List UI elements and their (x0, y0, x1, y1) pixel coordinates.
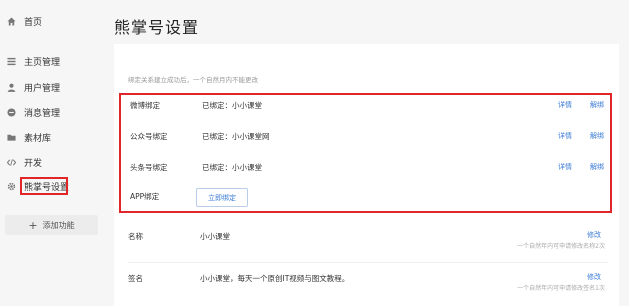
binding-row-app: APP绑定 (121, 187, 610, 217)
edit-name-link[interactable]: 修改 (587, 230, 601, 240)
sidebar: 首页 主页管理 用户管理 消息管理 素材库 开发 熊掌号设置 + 添加功能 (0, 0, 106, 306)
info-row-name: 名称 小小课堂 修改 一个自然年内可申请修改名称2次 (114, 224, 619, 260)
info-label: 签名 (128, 274, 143, 283)
user-icon (7, 83, 16, 92)
info-hint: 一个自然年内可申请修改签名1次 (517, 285, 605, 292)
sidebar-item-develop[interactable]: 开发 (0, 152, 106, 172)
binding-value: 已绑定：小小课堂网 (202, 132, 270, 141)
sidebar-item-label: 主页管理 (24, 57, 61, 68)
code-icon (7, 158, 16, 167)
add-feature-label: 添加功能 (42, 220, 75, 230)
sidebar-item-homepage-manage[interactable]: 主页管理 (0, 51, 106, 71)
divider (128, 262, 608, 263)
binding-section: 微博绑定 已绑定：小小课堂 详情 解绑 公众号绑定 已绑定：小小课堂网 详情 解… (119, 93, 612, 213)
binding-row-weibo: 微博绑定 已绑定：小小课堂 详情 解绑 (121, 96, 610, 126)
sidebar-item-users[interactable]: 用户管理 (0, 77, 106, 97)
unbind-link[interactable]: 解绑 (590, 131, 604, 141)
edit-signature-link[interactable]: 修改 (587, 272, 601, 282)
detail-link[interactable]: 详情 (558, 162, 572, 172)
unbind-link[interactable]: 解绑 (590, 100, 604, 110)
detail-link[interactable]: 详情 (558, 131, 572, 141)
sidebar-item-label: 素材库 (24, 133, 52, 144)
sidebar-item-label: 用户管理 (24, 83, 61, 94)
binding-row-wechat: 公众号绑定 已绑定：小小课堂网 详情 解绑 (121, 127, 610, 157)
settings-panel: 绑定关系建立成功后，一个自然月内不能更改 微博绑定 已绑定：小小课堂 详情 解绑… (114, 44, 619, 306)
gear-icon (7, 182, 16, 191)
info-row-signature: 签名 小小课堂，每天一个原创IT视频与图文教程。 修改 一个自然年内可申请修改签… (114, 266, 619, 302)
sidebar-item-label: 开发 (24, 158, 43, 169)
binding-row-toutiao: 头条号绑定 已绑定：小小课堂 详情 解绑 (121, 158, 610, 188)
folder-icon (7, 133, 16, 142)
detail-link[interactable]: 详情 (558, 100, 572, 110)
binding-label: APP绑定 (130, 192, 160, 201)
sidebar-item-label: 消息管理 (24, 108, 61, 119)
info-value: 小小课堂，每天一个原创IT视频与图文教程。 (200, 274, 350, 283)
binding-label: 头条号绑定 (130, 163, 168, 172)
page-title: 熊掌号设置 (114, 18, 200, 37)
binding-label: 公众号绑定 (130, 132, 168, 141)
binding-value: 已绑定：小小课堂 (202, 163, 262, 172)
sidebar-item-home[interactable]: 首页 (0, 11, 106, 31)
binding-notice: 绑定关系建立成功后，一个自然月内不能更改 (128, 76, 258, 84)
bind-now-button[interactable]: 立即绑定 (196, 188, 248, 207)
unbind-link[interactable]: 解绑 (590, 162, 604, 172)
info-label: 名称 (128, 232, 143, 241)
active-item-highlight (20, 177, 68, 195)
info-value: 小小课堂 (200, 232, 230, 241)
sidebar-item-label: 首页 (24, 17, 43, 28)
list-icon (7, 57, 16, 66)
sidebar-item-messages[interactable]: 消息管理 (0, 102, 106, 122)
home-icon (7, 16, 16, 26)
plus-icon: + (28, 218, 38, 232)
add-feature-button[interactable]: + 添加功能 (5, 215, 98, 235)
binding-value: 已绑定：小小课堂 (202, 101, 262, 110)
info-hint: 一个自然年内可申请修改名称2次 (517, 243, 605, 250)
sidebar-item-library[interactable]: 素材库 (0, 127, 106, 147)
binding-label: 微博绑定 (130, 101, 160, 110)
message-icon (7, 107, 16, 117)
